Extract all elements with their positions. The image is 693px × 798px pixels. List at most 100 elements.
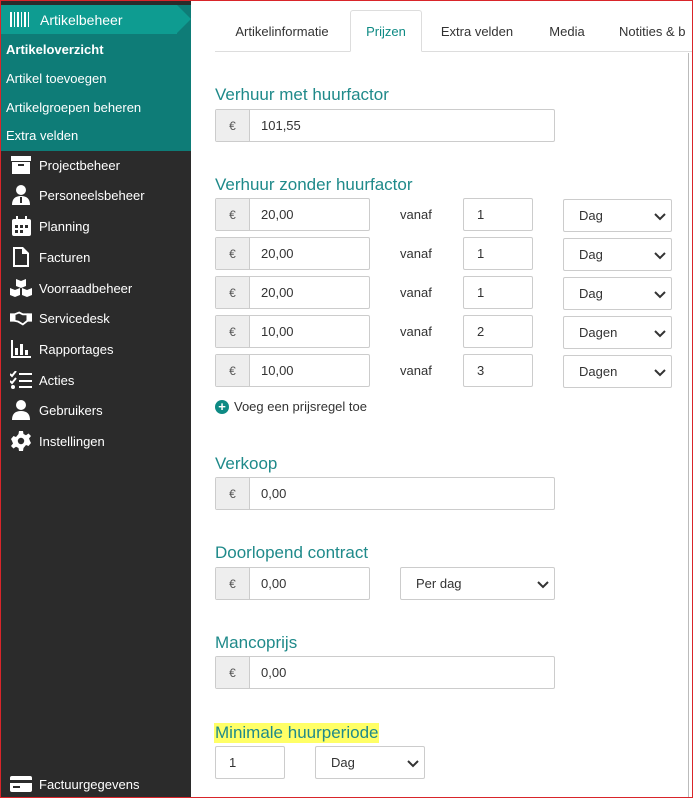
tab-notities[interactable]: Notities & b <box>602 11 688 52</box>
sidebar-item-factuurgegevens[interactable]: Factuurgegevens <box>1 769 191 797</box>
vanaf-label: vanaf <box>400 246 432 261</box>
sidebar-item-label: Projectbeheer <box>39 157 120 173</box>
sidebar-item-personeelsbeheer[interactable]: Personeelsbeheer <box>1 180 191 210</box>
sidebar-item-label: Voorraadbeheer <box>39 280 133 296</box>
section-title-verhuur-met-huurfactor: Verhuur met huurfactor <box>215 85 389 104</box>
app-window: Artikelbeheer Artikeloverzicht Artikel t… <box>0 0 693 798</box>
currency-addon: € <box>216 657 250 688</box>
gear-icon <box>10 431 32 451</box>
contract-period-select[interactable]: Per dag <box>400 567 555 600</box>
sidebar-item-extra-velden[interactable]: Extra velden <box>6 128 78 143</box>
credit-card-icon <box>10 774 32 794</box>
sidebar-item-label: Planning <box>39 218 90 234</box>
price-input[interactable]: €20,00 <box>215 198 370 231</box>
user-icon <box>10 400 32 420</box>
select-value: Dagen <box>579 364 618 379</box>
qty-input[interactable]: 3 <box>463 354 533 387</box>
unit-select[interactable]: Dag <box>563 238 672 271</box>
currency-addon: € <box>216 110 250 141</box>
sidebar-item-artikel-toevoegen[interactable]: Artikel toevoegen <box>6 71 106 86</box>
price-input[interactable]: €10,00 <box>215 354 370 387</box>
unit-select[interactable]: Dag <box>563 199 672 232</box>
tab-artikelinformatie[interactable]: Artikelinformatie <box>215 11 349 52</box>
sidebar-item-acties[interactable]: Acties <box>1 365 191 395</box>
price-input[interactable]: €20,00 <box>215 276 370 309</box>
sidebar-item-label: Facturen <box>39 249 91 265</box>
doorlopend-contract-input[interactable]: € 0,00 <box>215 567 370 600</box>
add-price-rule-link[interactable]: + Voeg een prijsregel toe <box>215 399 367 414</box>
cubes-icon <box>10 278 32 298</box>
unit-select[interactable]: Dagen <box>563 316 672 349</box>
sidebar-item-gebruikers[interactable]: Gebruikers <box>1 395 191 425</box>
input-value: 20,00 <box>261 285 294 300</box>
sidebar-item-label: Gebruikers <box>39 402 103 418</box>
unit-select[interactable]: Dag <box>563 277 672 310</box>
mancoprijs-input[interactable]: € 0,00 <box>215 656 555 689</box>
currency-addon: € <box>216 478 250 509</box>
input-value: 20,00 <box>261 207 294 222</box>
sidebar-header-artikelbeheer[interactable]: Artikelbeheer <box>1 5 191 34</box>
plus-circle-icon: + <box>215 399 229 414</box>
sidebar-item-planning[interactable]: Planning <box>1 211 191 241</box>
sidebar-item-facturen[interactable]: Facturen <box>1 242 191 272</box>
price-input[interactable]: €10,00 <box>215 315 370 348</box>
add-price-rule-label: Voeg een prijsregel toe <box>234 399 367 414</box>
verhuur-met-huurfactor-input[interactable]: € 101,55 <box>215 109 555 142</box>
input-value: 10,00 <box>261 324 294 339</box>
select-value: Dag <box>579 247 603 262</box>
input-value: 0,00 <box>261 486 287 501</box>
sidebar-item-label: Servicedesk <box>39 310 110 326</box>
verkoop-input[interactable]: € 0,00 <box>215 477 555 510</box>
tab-media[interactable]: Media <box>532 11 602 52</box>
vanaf-label: vanaf <box>400 363 432 378</box>
archive-box-icon <box>10 155 32 175</box>
qty-input[interactable]: 1 <box>463 198 533 231</box>
currency-addon: € <box>216 238 250 269</box>
task-list-icon <box>10 370 32 390</box>
handshake-icon <box>10 308 32 328</box>
sidebar-item-artikelgroepen[interactable]: Artikelgroepen beheren <box>6 100 141 115</box>
sidebar-item-projectbeheer[interactable]: Projectbeheer <box>1 150 191 180</box>
sidebar-item-instellingen[interactable]: Instellingen <box>1 426 191 456</box>
input-value: 0,00 <box>261 576 287 591</box>
sidebar-item-label: Factuurgegevens <box>39 776 140 792</box>
sidebar-item-label: Personeelsbeheer <box>39 187 145 203</box>
tab-extra-velden[interactable]: Extra velden <box>422 11 532 52</box>
currency-addon: € <box>216 355 250 386</box>
qty-input[interactable]: 1 <box>463 276 533 309</box>
min-rental-unit-select[interactable]: Dag <box>315 746 425 779</box>
chevron-down-icon <box>654 252 666 260</box>
sidebar-item-rapportages[interactable]: Rapportages <box>1 334 191 364</box>
section-title-mancoprijs: Mancoprijs <box>215 633 298 652</box>
qty-input[interactable]: 2 <box>463 315 533 348</box>
input-value: 10,00 <box>261 363 294 378</box>
document-icon <box>10 247 32 267</box>
barcode-icon <box>10 12 32 27</box>
tab-prijzen[interactable]: Prijzen <box>350 10 422 52</box>
bar-chart-icon <box>10 339 32 359</box>
input-value: 0,00 <box>261 665 287 680</box>
price-input[interactable]: €20,00 <box>215 237 370 270</box>
currency-addon: € <box>216 568 250 599</box>
sidebar-item-label: Rapportages <box>39 341 114 357</box>
sidebar-item-voorraadbeheer[interactable]: Voorraadbeheer <box>1 273 191 303</box>
unit-select[interactable]: Dagen <box>563 355 672 388</box>
select-value: Per dag <box>416 576 462 591</box>
qty-input[interactable]: 1 <box>463 237 533 270</box>
sidebar-item-servicedesk[interactable]: Servicedesk <box>1 303 191 333</box>
section-title-verhuur-zonder-huurfactor: Verhuur zonder huurfactor <box>215 175 413 194</box>
sidebar: Artikelbeheer Artikeloverzicht Artikel t… <box>1 1 191 797</box>
vanaf-label: vanaf <box>400 324 432 339</box>
min-rental-period-input[interactable]: 1 <box>215 746 285 779</box>
vanaf-label: vanaf <box>400 285 432 300</box>
sidebar-item-label: Instellingen <box>39 433 105 449</box>
chevron-down-icon <box>654 291 666 299</box>
section-title-minimale-huurperiode: Minimale huurperiode <box>214 723 380 743</box>
sidebar-item-artikeloverzicht[interactable]: Artikeloverzicht <box>6 42 104 57</box>
chevron-down-icon <box>407 760 419 768</box>
currency-addon: € <box>216 277 250 308</box>
sidebar-item-label: Acties <box>39 372 75 388</box>
select-value: Dag <box>579 208 603 223</box>
vanaf-label: vanaf <box>400 207 432 222</box>
select-value: Dagen <box>579 325 618 340</box>
